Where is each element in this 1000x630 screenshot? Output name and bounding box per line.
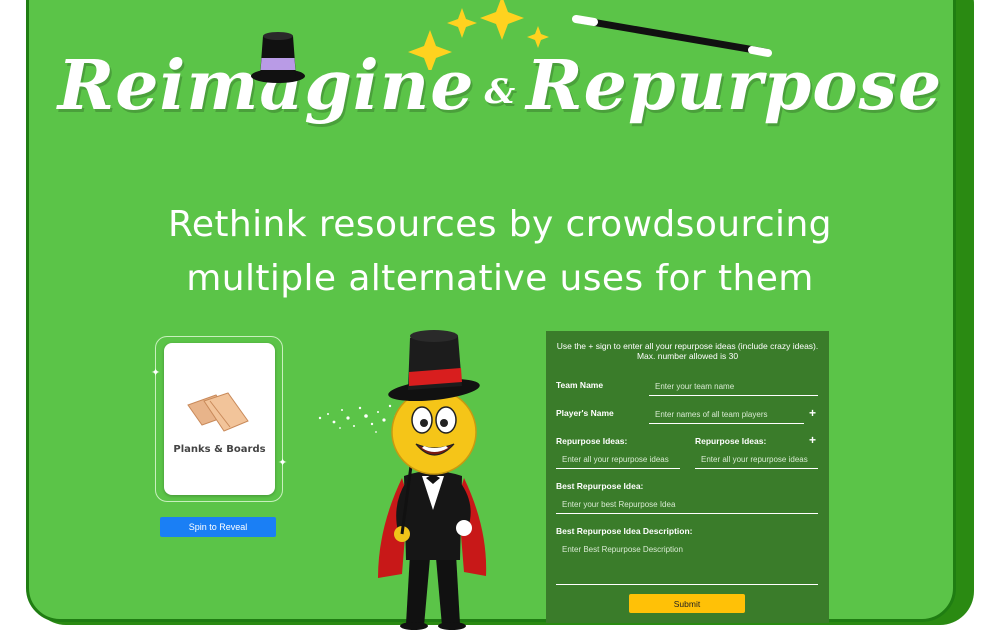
add-idea-icon[interactable]: +	[809, 434, 816, 446]
form-instructions: Use the + sign to enter all your repurpo…	[556, 341, 819, 361]
spin-card: Planks & Boards	[164, 343, 275, 495]
repurpose-form: Use the + sign to enter all your repurpo…	[546, 331, 829, 623]
add-player-icon[interactable]: +	[809, 407, 816, 419]
top-hat-icon	[251, 32, 305, 83]
repurpose-idea-input-2[interactable]	[695, 453, 818, 469]
repurpose-ideas-label-1: Repurpose Ideas:	[556, 436, 628, 446]
subtitle-line-1: Rethink resources by crowdsourcing	[168, 204, 832, 245]
players-name-input[interactable]	[649, 408, 804, 424]
magician-mascot-icon	[378, 330, 487, 630]
page-subtitle: Rethink resources by crowdsourcing multi…	[0, 198, 1000, 306]
title-ampersand: &	[484, 71, 517, 112]
players-name-label: Player's Name	[556, 408, 614, 418]
repurpose-ideas-label-2: Repurpose Ideas:	[695, 436, 767, 446]
sparkle-icon: ✦	[278, 456, 288, 469]
sparkle-icon: ✦	[151, 366, 161, 379]
submit-button[interactable]: Submit	[629, 594, 745, 613]
repurpose-idea-input-1[interactable]	[556, 453, 680, 469]
best-idea-description-input[interactable]	[556, 541, 818, 585]
team-name-label: Team Name	[556, 380, 604, 390]
subtitle-line-2: multiple alternative uses for them	[186, 258, 814, 299]
spin-item-label: Planks & Boards	[173, 444, 266, 455]
best-idea-input[interactable]	[556, 498, 818, 514]
planks-icon	[187, 392, 249, 432]
team-name-input[interactable]	[649, 380, 818, 396]
best-idea-label: Best Repurpose Idea:	[556, 481, 644, 491]
spin-to-reveal-button[interactable]: Spin to Reveal	[160, 517, 276, 537]
page-title: Reimagine & Repurpose	[0, 46, 1000, 126]
best-idea-description-label: Best Repurpose Idea Description:	[556, 526, 693, 536]
title-part-2: Repurpose	[526, 46, 943, 126]
